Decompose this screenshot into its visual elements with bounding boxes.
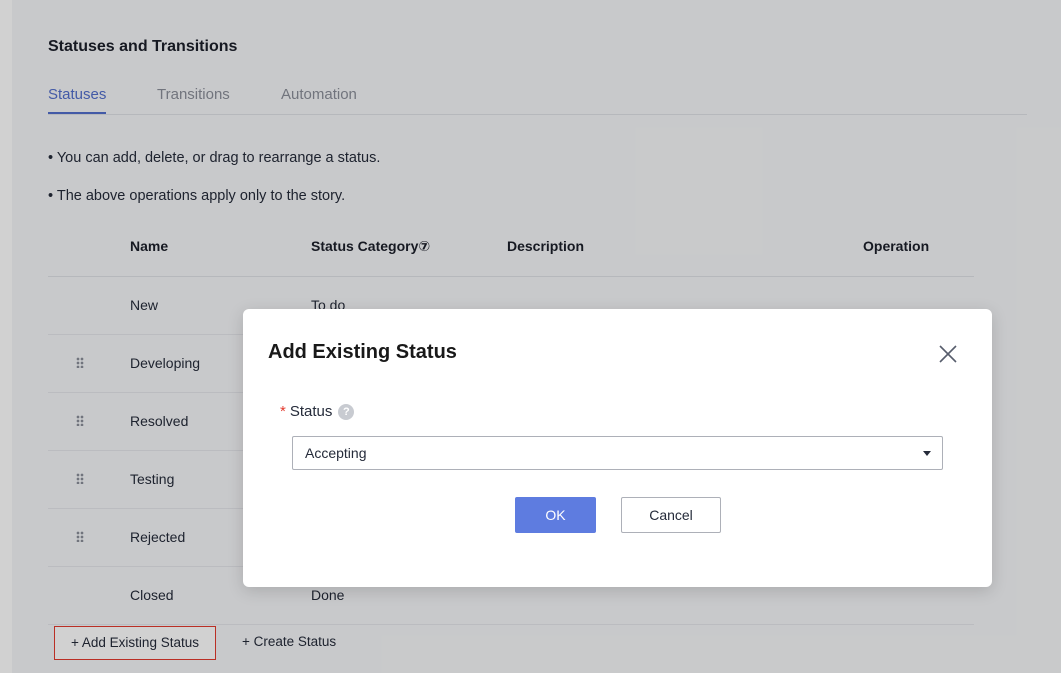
status-field-label: * Status ? xyxy=(280,403,355,420)
status-select[interactable]: Accepting xyxy=(292,436,943,470)
close-icon[interactable] xyxy=(937,343,959,365)
required-mark: * xyxy=(280,403,286,420)
caret-down-icon xyxy=(923,451,931,456)
status-select-value: Accepting xyxy=(305,445,367,461)
status-label-text: Status xyxy=(289,403,333,420)
dialog-title: Add Existing Status xyxy=(268,341,457,363)
ok-button[interactable]: OK xyxy=(515,497,596,533)
add-existing-status-dialog: Add Existing Status * Status ? Accepting… xyxy=(243,309,992,587)
cancel-button[interactable]: Cancel xyxy=(621,497,721,533)
help-icon[interactable]: ? xyxy=(338,403,355,420)
